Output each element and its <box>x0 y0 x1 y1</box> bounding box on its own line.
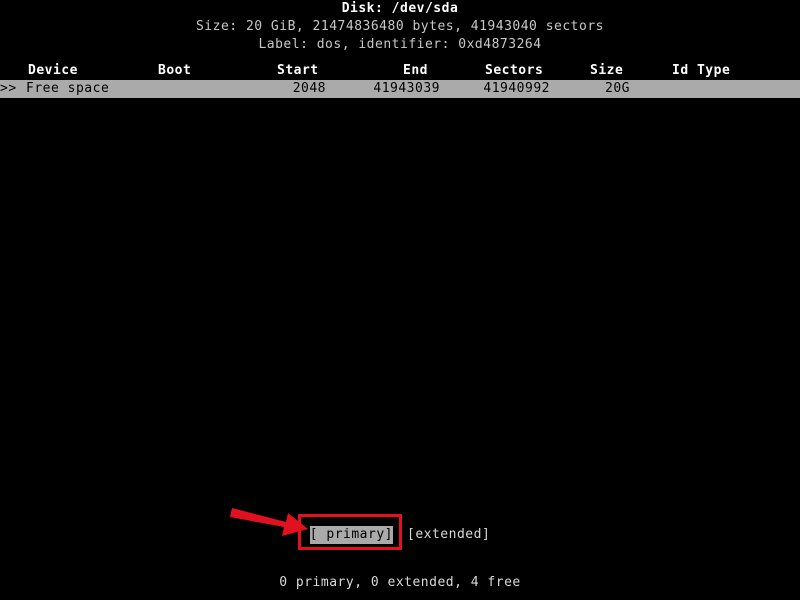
table-row-free-space[interactable]: >> Free space 2048 41943039 41940992 20G <box>0 80 800 98</box>
column-header-size: Size <box>590 63 624 78</box>
menu-item-primary[interactable]: [ primary] <box>309 526 393 544</box>
cell-device: Free space <box>26 81 110 96</box>
disk-size-line: Size: 20 GiB, 21474836480 bytes, 4194304… <box>195 19 604 34</box>
column-header-boot: Boot <box>158 63 192 78</box>
cell-size: 20G <box>605 81 630 96</box>
column-header-device: Device <box>28 63 78 78</box>
disk-info-header: Disk: /dev/sda Size: 20 GiB, 21474836480… <box>0 0 800 54</box>
disk-title: Disk: /dev/sda <box>341 1 459 16</box>
row-selection-marker: >> <box>0 81 17 96</box>
cell-boot <box>150 80 206 98</box>
column-header-start: Start <box>277 63 319 78</box>
cell-sectors: 41940992 <box>483 81 550 96</box>
column-header-sectors: Sectors <box>485 63 544 78</box>
column-header-id-type: Id Type <box>672 63 731 78</box>
cell-id-type <box>668 80 788 98</box>
partition-summary-status: 0 primary, 0 extended, 4 free <box>279 575 521 590</box>
menu-item-extended[interactable]: [extended] <box>407 526 491 544</box>
cell-end: 41943039 <box>373 81 440 96</box>
column-header-end: End <box>403 63 428 78</box>
cfdisk-screen: Disk: /dev/sda Size: 20 GiB, 21474836480… <box>0 0 800 600</box>
disk-label-line: Label: dos, identifier: 0xd4873264 <box>258 37 542 52</box>
partition-table: Device Boot Start End Sectors Size Id Ty… <box>0 62 800 98</box>
cell-start: 2048 <box>292 81 326 96</box>
table-header-row: Device Boot Start End Sectors Size Id Ty… <box>0 62 800 80</box>
partition-type-menu: [ primary] [extended] <box>0 526 800 544</box>
